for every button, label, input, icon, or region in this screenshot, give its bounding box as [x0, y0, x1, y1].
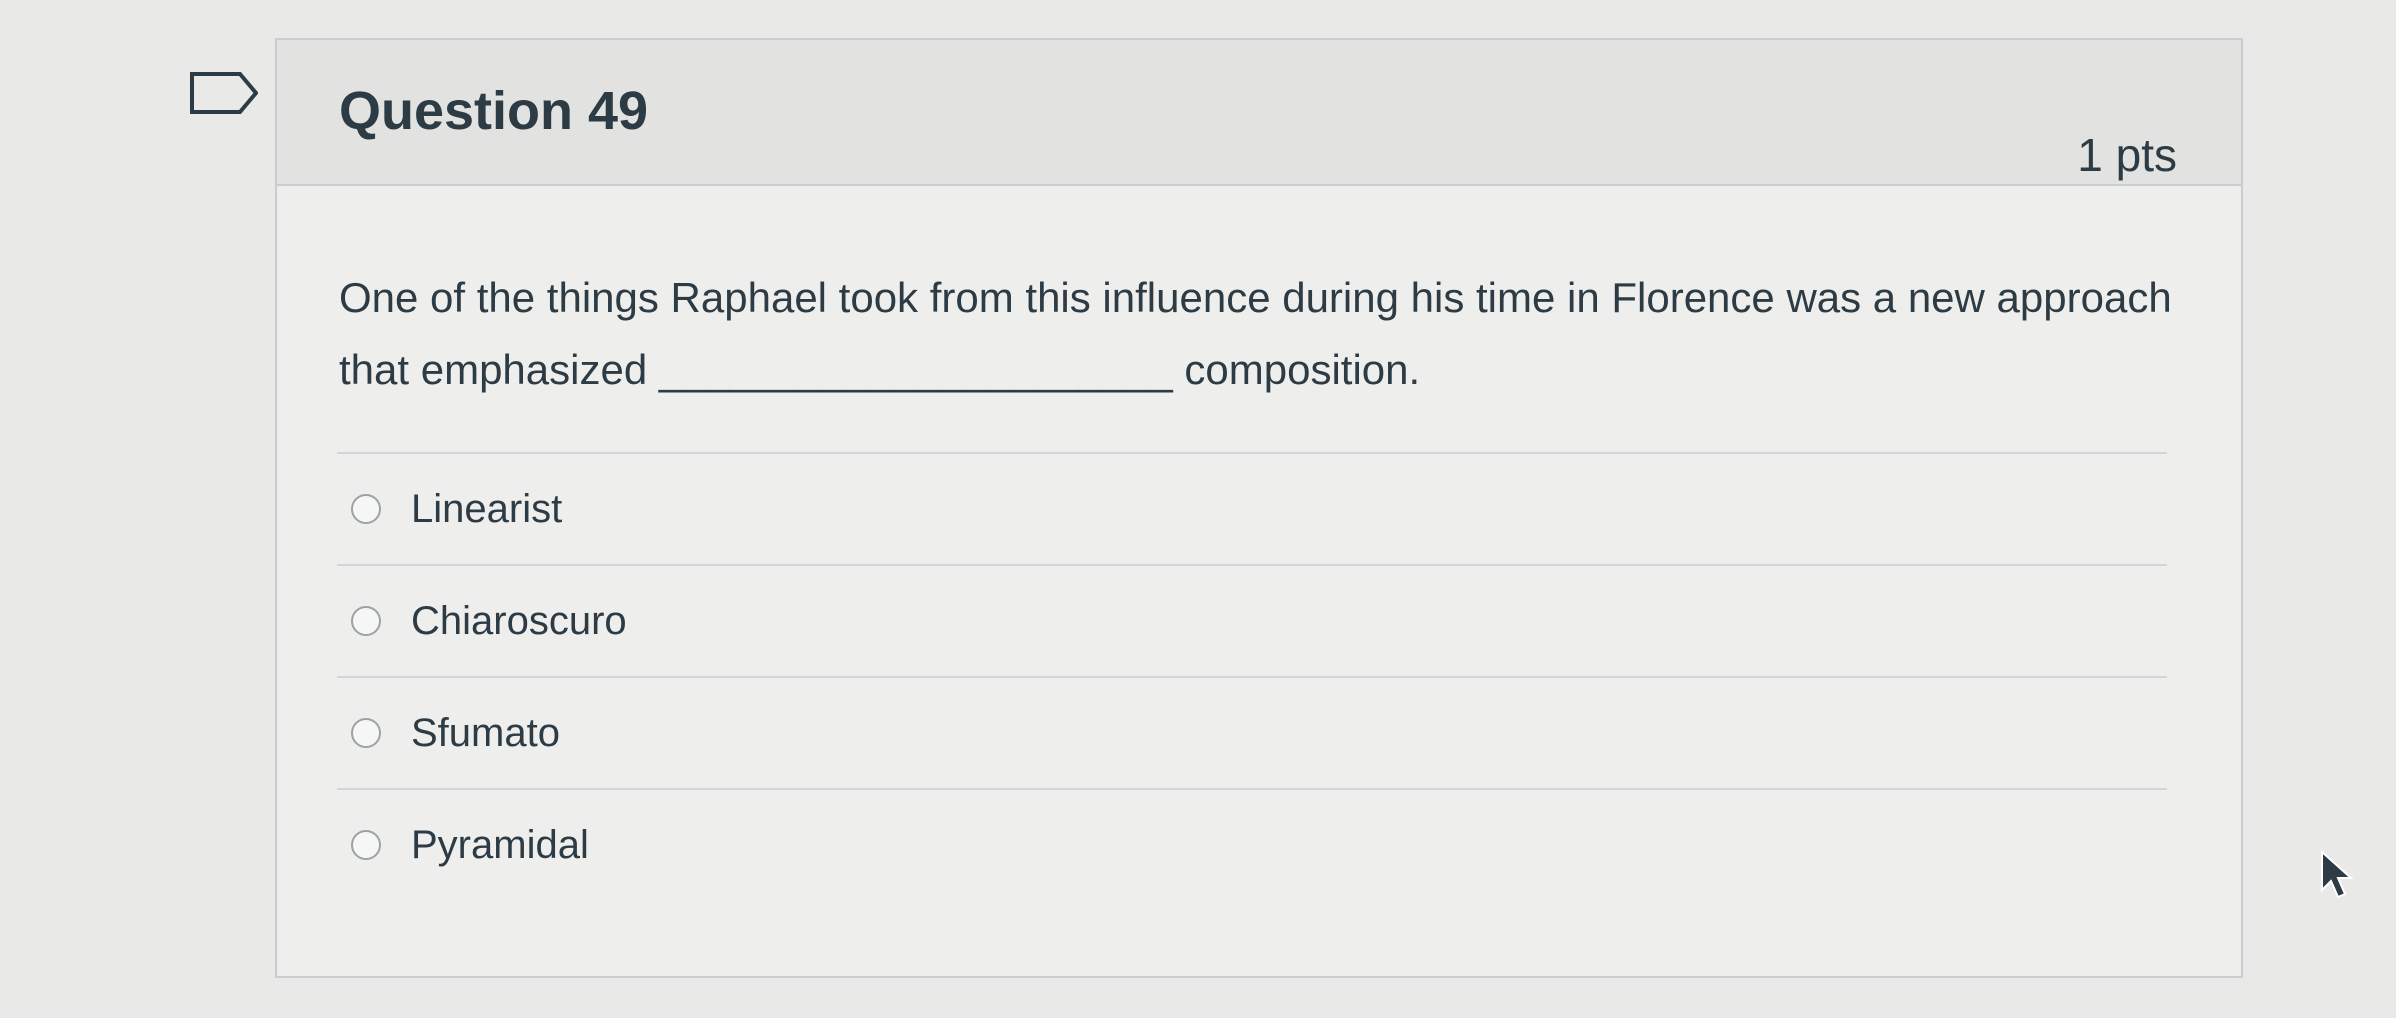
- question-text: One of the things Raphael took from this…: [339, 274, 2172, 393]
- answer-option-linearist[interactable]: Linearist: [337, 452, 2167, 564]
- mouse-pointer-icon: [2321, 850, 2354, 899]
- question-points: 1 pts: [2077, 129, 2177, 181]
- radio-button[interactable]: [351, 830, 381, 860]
- question-title: Question 49: [339, 81, 649, 141]
- question-header: Question 49 1 pts: [277, 40, 2241, 186]
- answer-label[interactable]: Chiaroscuro: [411, 599, 627, 644]
- radio-button[interactable]: [351, 718, 381, 748]
- bookmark-flag-icon[interactable]: [190, 72, 258, 114]
- radio-button[interactable]: [351, 494, 381, 524]
- answer-label[interactable]: Pyramidal: [411, 823, 589, 868]
- answer-list: Linearist Chiaroscuro Sfumato Pyramidal: [337, 452, 2167, 900]
- answer-option-pyramidal[interactable]: Pyramidal: [337, 788, 2167, 900]
- question-card: Question 49 1 pts One of the things Raph…: [275, 38, 2243, 978]
- answer-label[interactable]: Sfumato: [411, 711, 560, 756]
- radio-button[interactable]: [351, 606, 381, 636]
- answer-option-chiaroscuro[interactable]: Chiaroscuro: [337, 564, 2167, 676]
- answer-option-sfumato[interactable]: Sfumato: [337, 676, 2167, 788]
- answer-label[interactable]: Linearist: [411, 487, 562, 532]
